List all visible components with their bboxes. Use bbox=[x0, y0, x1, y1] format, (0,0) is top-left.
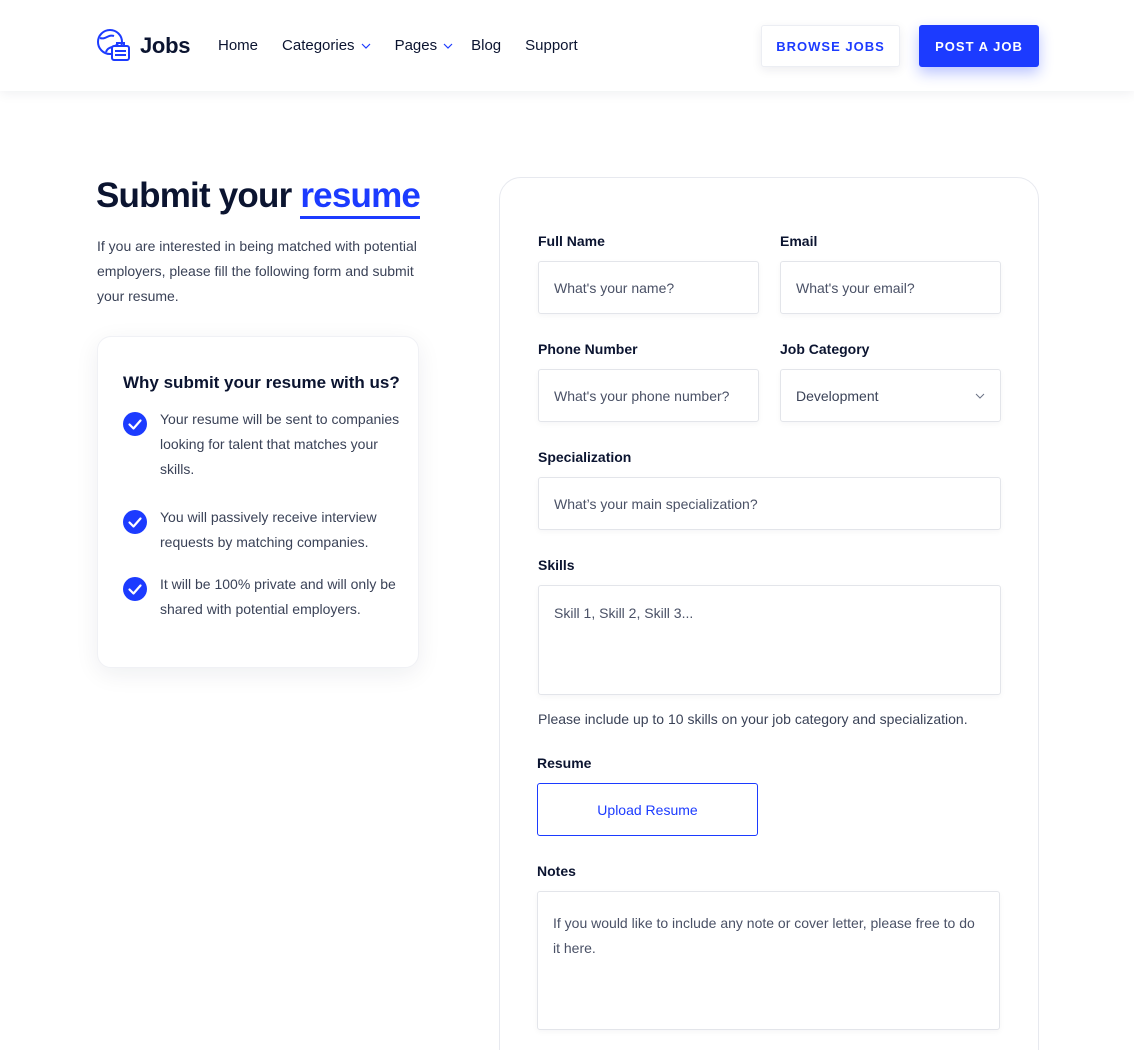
page-title: Submit your resume bbox=[96, 176, 421, 219]
skills-hint: Please include up to 10 skills on your j… bbox=[538, 711, 968, 727]
phone-label: Phone Number bbox=[538, 341, 638, 357]
full-name-input[interactable] bbox=[538, 261, 759, 314]
title-accent: resume bbox=[300, 176, 421, 219]
nav-pages[interactable]: Pages bbox=[395, 37, 454, 54]
skills-textarea[interactable] bbox=[538, 585, 1001, 695]
nav-pages-label: Pages bbox=[394, 37, 438, 54]
why-item-text: Your resume will be sent to companies lo… bbox=[160, 411, 400, 477]
logo-icon bbox=[97, 29, 130, 61]
check-circle-icon bbox=[123, 412, 147, 436]
nav-support[interactable]: Support bbox=[525, 37, 578, 54]
job-category-value: Development bbox=[796, 387, 879, 404]
nav-home[interactable]: Home bbox=[218, 37, 258, 54]
why-card: Why submit your resume with us? Your res… bbox=[97, 336, 419, 668]
why-item: It will be 100% private and will only be… bbox=[123, 572, 400, 622]
specialization-input[interactable] bbox=[538, 477, 1001, 530]
check-circle-icon bbox=[123, 510, 147, 534]
check-circle-icon bbox=[123, 577, 147, 601]
skills-label: Skills bbox=[538, 557, 575, 573]
resume-label: Resume bbox=[537, 755, 592, 771]
phone-input[interactable] bbox=[538, 369, 759, 422]
nav-categories[interactable]: Categories bbox=[282, 37, 371, 54]
chevron-down-icon bbox=[361, 43, 370, 49]
job-category-select[interactable]: Development bbox=[780, 369, 1001, 422]
chevron-down-icon bbox=[443, 43, 453, 49]
browse-jobs-button[interactable]: BROWSE JOBS bbox=[761, 25, 900, 67]
chevron-down-icon bbox=[975, 393, 985, 399]
specialization-label: Specialization bbox=[538, 449, 632, 465]
why-item-text: It will be 100% private and will only be… bbox=[160, 576, 396, 617]
why-title: Why submit your resume with us? bbox=[123, 373, 400, 392]
nav-blog[interactable]: Blog bbox=[471, 37, 501, 54]
site-header: Jobs Home Categories Pages Blog Support … bbox=[0, 0, 1134, 91]
notes-textarea[interactable] bbox=[537, 891, 1000, 1030]
intro-text: If you are interested in being matched w… bbox=[97, 238, 417, 304]
email-label: Email bbox=[780, 233, 818, 249]
job-category-label: Job Category bbox=[780, 341, 870, 357]
title-part-1: Submit bbox=[96, 176, 211, 215]
full-name-label: Full Name bbox=[538, 233, 605, 249]
title-part-2: your bbox=[218, 176, 292, 215]
why-item-text: You will passively receive interview req… bbox=[160, 509, 377, 550]
main-nav: Home Categories Pages Blog Support bbox=[218, 37, 602, 54]
upload-resume-button[interactable]: Upload Resume bbox=[537, 783, 758, 836]
why-item: Your resume will be sent to companies lo… bbox=[123, 407, 400, 482]
why-item: You will passively receive interview req… bbox=[123, 505, 400, 555]
nav-categories-label: Categories bbox=[282, 37, 355, 54]
logo-text: Jobs bbox=[140, 33, 191, 58]
post-job-button[interactable]: POST A JOB bbox=[919, 25, 1039, 67]
email-input[interactable] bbox=[780, 261, 1001, 314]
notes-label: Notes bbox=[537, 863, 576, 879]
logo[interactable]: Jobs bbox=[96, 28, 190, 64]
